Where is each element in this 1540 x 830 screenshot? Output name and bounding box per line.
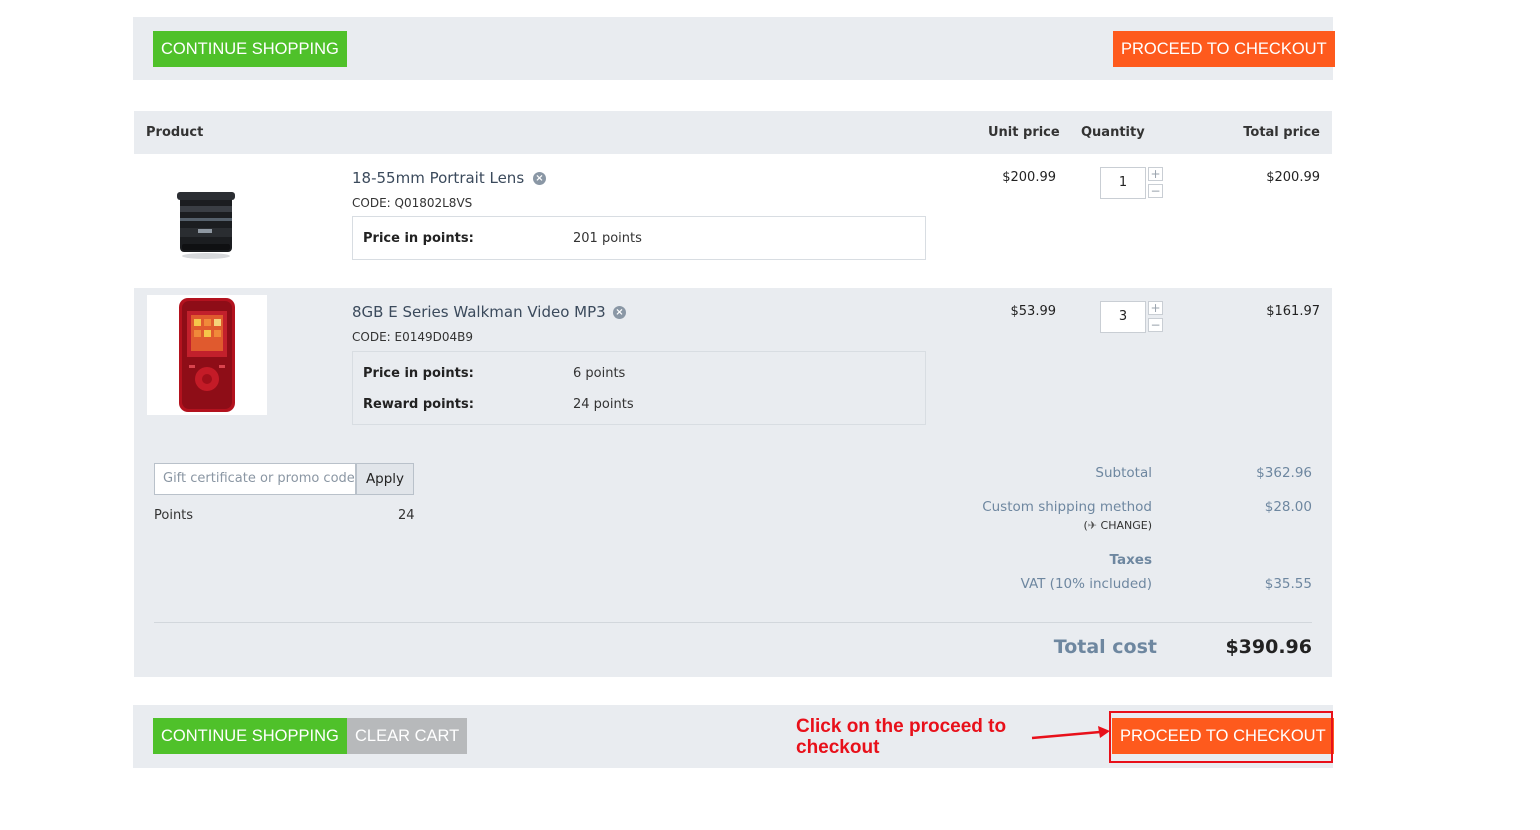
quantity-input[interactable]: 1 — [1100, 167, 1146, 199]
change-shipping-link[interactable]: (✈ CHANGE) — [1084, 519, 1153, 532]
cart-item-row: 18-55mm Portrait Lens × CODE: Q01802L8VS… — [134, 154, 1332, 288]
unit-price: $53.99 — [1010, 304, 1057, 319]
product-code: CODE: E0149D04B9 — [352, 330, 474, 344]
plus-icon[interactable]: + — [1148, 301, 1163, 315]
total-price: $200.99 — [1266, 170, 1320, 185]
subtotal-value: $362.96 — [1256, 465, 1312, 481]
annotation-highlight-box — [1109, 711, 1333, 763]
lens-thumbnail[interactable] — [174, 184, 240, 266]
points-info-box: Price in points: 6 points Reward points:… — [352, 351, 926, 425]
points-info-box: Price in points: 201 points — [352, 216, 926, 260]
top-action-bar: CONTINUE SHOPPING PROCEED TO CHECKOUT — [133, 17, 1335, 80]
clear-cart-button[interactable]: CLEAR CART — [347, 718, 468, 754]
product-code: CODE: Q01802L8VS — [352, 196, 473, 210]
remove-icon[interactable]: × — [533, 172, 546, 185]
promo-code-input[interactable]: Gift certificate or promo code — [154, 463, 356, 495]
continue-shopping-button-top[interactable]: CONTINUE SHOPPING — [153, 31, 347, 67]
proceed-to-checkout-button-top[interactable]: PROCEED TO CHECKOUT — [1113, 31, 1335, 67]
total-cost-label: Total cost — [1053, 636, 1157, 658]
header-total-price: Total price — [1243, 125, 1320, 140]
total-price: $161.97 — [1266, 304, 1320, 319]
plane-icon: ✈ — [1087, 519, 1098, 532]
header-product: Product — [146, 125, 204, 140]
product-name-link[interactable]: 18-55mm Portrait Lens — [352, 169, 524, 187]
continue-shopping-button-bottom[interactable]: CONTINUE SHOPPING — [153, 718, 347, 754]
minus-icon[interactable]: − — [1148, 318, 1163, 332]
product-name-link[interactable]: 8GB E Series Walkman Video MP3 — [352, 303, 606, 321]
vat-label: VAT (10% included) — [1020, 576, 1152, 592]
apply-button[interactable]: Apply — [356, 463, 414, 495]
remove-icon[interactable]: × — [613, 306, 626, 319]
quantity-input[interactable]: 3 — [1100, 301, 1146, 333]
taxes-label: Taxes — [1109, 552, 1152, 568]
subtotal-label: Subtotal — [1095, 465, 1152, 481]
price-in-points-value: 201 points — [573, 231, 642, 246]
vat-value: $35.55 — [1264, 576, 1312, 592]
unit-price: $200.99 — [1002, 170, 1056, 185]
total-cost-value: $390.96 — [1225, 636, 1312, 658]
minus-icon[interactable]: − — [1148, 184, 1163, 198]
cart-item-row: 8GB E Series Walkman Video MP3 × CODE: E… — [134, 288, 1332, 436]
summary-divider — [154, 622, 1312, 623]
price-in-points-value: 6 points — [573, 366, 626, 381]
annotation-text: Click on the proceed to checkout — [796, 716, 1007, 758]
annotation-arrow — [1031, 726, 1110, 740]
header-unit-price: Unit price — [988, 125, 1060, 140]
header-quantity: Quantity — [1081, 125, 1145, 140]
points-value: 24 — [398, 508, 415, 523]
shipping-label: Custom shipping method — [982, 499, 1152, 515]
shipping-value: $28.00 — [1264, 499, 1312, 515]
price-in-points-label: Price in points: — [363, 366, 474, 381]
points-label: Points — [154, 508, 194, 523]
cart-table-header: Product Unit price Quantity Total price — [134, 111, 1332, 154]
cart-summary: Gift certificate or promo code Apply Poi… — [134, 436, 1332, 677]
walkman-thumbnail[interactable] — [147, 295, 267, 415]
reward-points-label: Reward points: — [363, 397, 474, 412]
reward-points-value: 24 points — [573, 397, 634, 412]
plus-icon[interactable]: + — [1148, 167, 1163, 181]
price-in-points-label: Price in points: — [363, 231, 474, 246]
